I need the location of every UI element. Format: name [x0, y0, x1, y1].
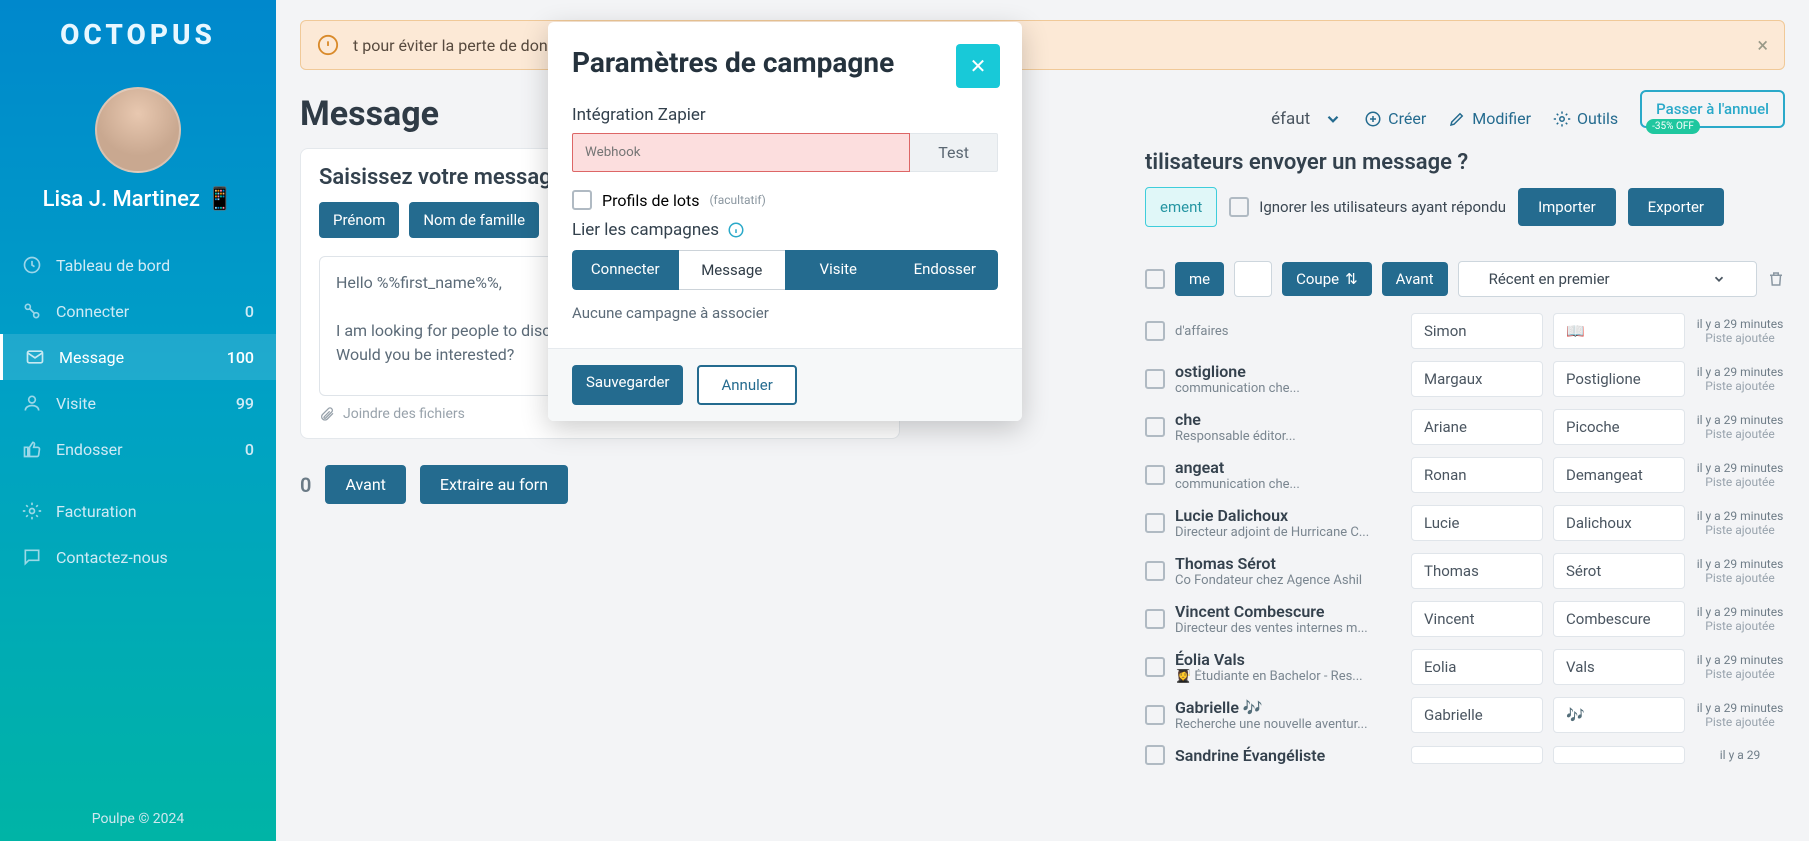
zapier-label: Intégration Zapier: [572, 105, 998, 125]
batch-label: Profils de lots: [602, 191, 699, 210]
campaign-settings-modal: ✕ Paramètres de campagne Intégration Zap…: [548, 22, 1022, 421]
info-icon[interactable]: [727, 221, 745, 239]
no-campaign-text: Aucune campagne à associer: [572, 304, 998, 322]
link-segments: Connecter Message Visite Endosser: [572, 250, 998, 290]
seg-endorse[interactable]: Endosser: [892, 250, 999, 290]
optional-label: (facultatif): [709, 193, 765, 207]
batch-profiles-row[interactable]: Profils de lots (facultatif): [572, 190, 998, 210]
modal-close[interactable]: ✕: [956, 44, 1000, 88]
save-button[interactable]: Sauvegarder: [572, 365, 683, 405]
test-button[interactable]: Test: [910, 133, 998, 172]
cancel-button[interactable]: Annuler: [697, 365, 796, 405]
webhook-input[interactable]: [572, 133, 910, 172]
checkbox-icon[interactable]: [572, 190, 592, 210]
seg-visit[interactable]: Visite: [785, 250, 892, 290]
link-campaigns-label: Lier les campagnes: [572, 220, 998, 240]
seg-message[interactable]: Message: [679, 250, 786, 290]
seg-connect[interactable]: Connecter: [572, 250, 679, 290]
modal-title: Paramètres de campagne: [572, 46, 894, 79]
